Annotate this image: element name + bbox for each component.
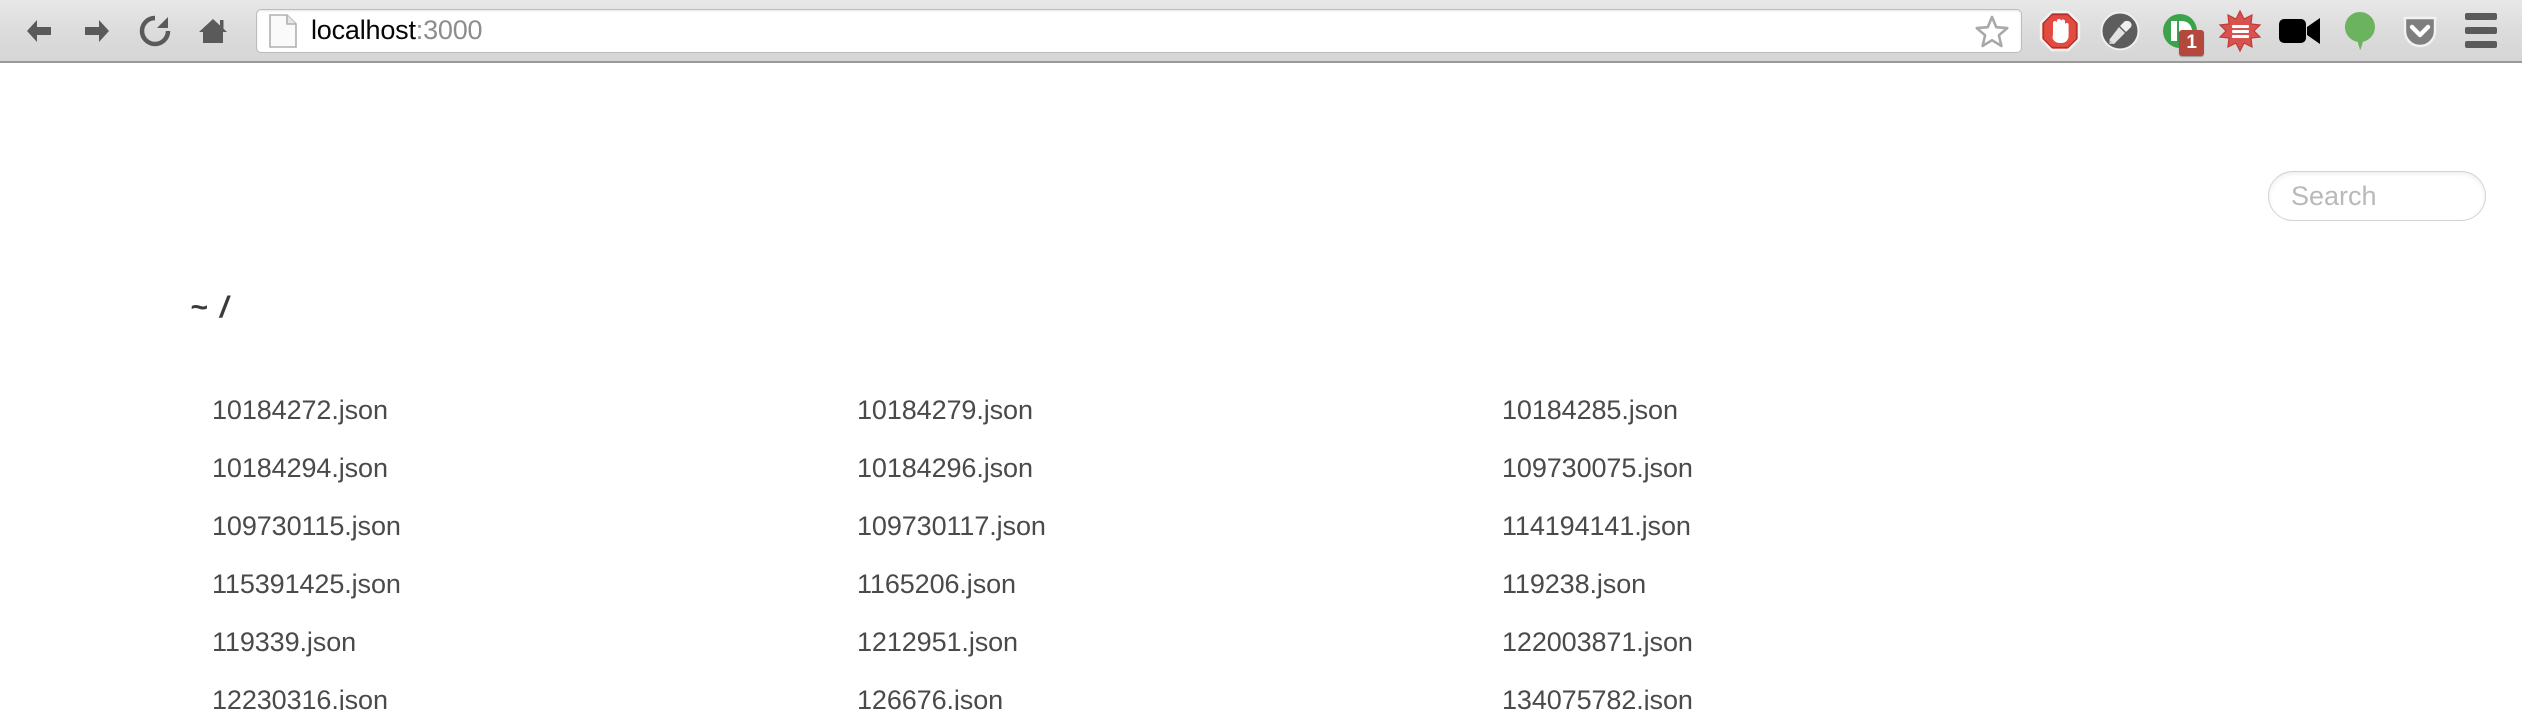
pocket-button[interactable] [2390, 2, 2450, 60]
file-link[interactable]: 114194141.json [1502, 497, 2147, 555]
hamburger-line [2465, 27, 2497, 34]
speech-bubble-icon [2344, 11, 2375, 50]
file-link[interactable]: 126676.json [857, 671, 1502, 710]
file-link[interactable]: 12230316.json [212, 671, 857, 710]
file-column: 10184272.json 10184294.json 109730115.js… [212, 381, 857, 710]
bookmark-button[interactable] [1969, 13, 2015, 49]
file-link[interactable]: 10184279.json [857, 381, 1502, 439]
file-link[interactable]: 122003871.json [1502, 613, 2147, 671]
reload-button[interactable] [126, 2, 184, 60]
browser-toolbar: localhost:3000 1 [0, 0, 2522, 63]
url-text[interactable]: localhost:3000 [311, 15, 1969, 46]
back-button[interactable] [10, 2, 68, 60]
file-link[interactable]: 1165206.json [857, 555, 1502, 613]
file-link[interactable]: 109730115.json [212, 497, 857, 555]
file-link[interactable]: 134075782.json [1502, 671, 2147, 710]
pushbullet-badge: 1 [2179, 29, 2204, 56]
file-link[interactable]: 115391425.json [212, 555, 857, 613]
menu-button[interactable] [2450, 2, 2512, 60]
url-bar[interactable]: localhost:3000 [256, 8, 2022, 53]
file-link[interactable]: 119238.json [1502, 555, 2147, 613]
adblock-plus-button[interactable] [2030, 2, 2090, 60]
home-button[interactable] [184, 2, 242, 60]
messages-button[interactable] [2330, 2, 2390, 60]
page-content: ~ / 10184272.json 10184294.json 10973011… [0, 63, 2522, 710]
file-column: 10184279.json 10184296.json 109730117.js… [857, 381, 1502, 710]
file-link[interactable]: 10184285.json [1502, 381, 2147, 439]
eyedropper-icon [2100, 11, 2140, 50]
video-camera-icon [2279, 17, 2320, 44]
pushbullet-button[interactable]: 1 [2150, 2, 2210, 60]
video-recorder-button[interactable] [2270, 2, 2330, 60]
colorzilla-button[interactable] [2090, 2, 2150, 60]
file-link[interactable]: 10184294.json [212, 439, 857, 497]
url-port: :3000 [415, 15, 483, 45]
hamburger-line [2465, 13, 2497, 20]
file-column: 10184285.json 109730075.json 114194141.j… [1502, 381, 2147, 710]
pocket-icon [2403, 16, 2437, 47]
home-icon [199, 18, 227, 43]
forward-arrow-icon [85, 19, 109, 42]
file-link[interactable]: 1212951.json [857, 613, 1502, 671]
star-icon [1975, 15, 2009, 47]
file-link[interactable]: 109730075.json [1502, 439, 2147, 497]
directory-path-heading: ~ / [190, 291, 231, 324]
search-input[interactable] [2289, 179, 2465, 213]
starburst-icon [2218, 9, 2262, 52]
file-link[interactable]: 10184272.json [212, 381, 857, 439]
forward-button[interactable] [68, 2, 126, 60]
stylish-button[interactable] [2210, 2, 2270, 60]
file-link[interactable]: 109730117.json [857, 497, 1502, 555]
adblock-stop-hand-icon [2039, 10, 2081, 51]
extension-icon-bar: 1 [2030, 2, 2450, 60]
url-host: localhost [311, 15, 416, 45]
search-box[interactable] [2268, 171, 2486, 221]
hamburger-line [2465, 41, 2497, 48]
file-link[interactable]: 119339.json [212, 613, 857, 671]
reload-icon [139, 15, 171, 46]
file-listing-grid: 10184272.json 10184294.json 109730115.js… [212, 381, 2412, 710]
back-arrow-icon [27, 19, 51, 42]
file-link[interactable]: 10184296.json [857, 439, 1502, 497]
document-icon [269, 13, 297, 48]
